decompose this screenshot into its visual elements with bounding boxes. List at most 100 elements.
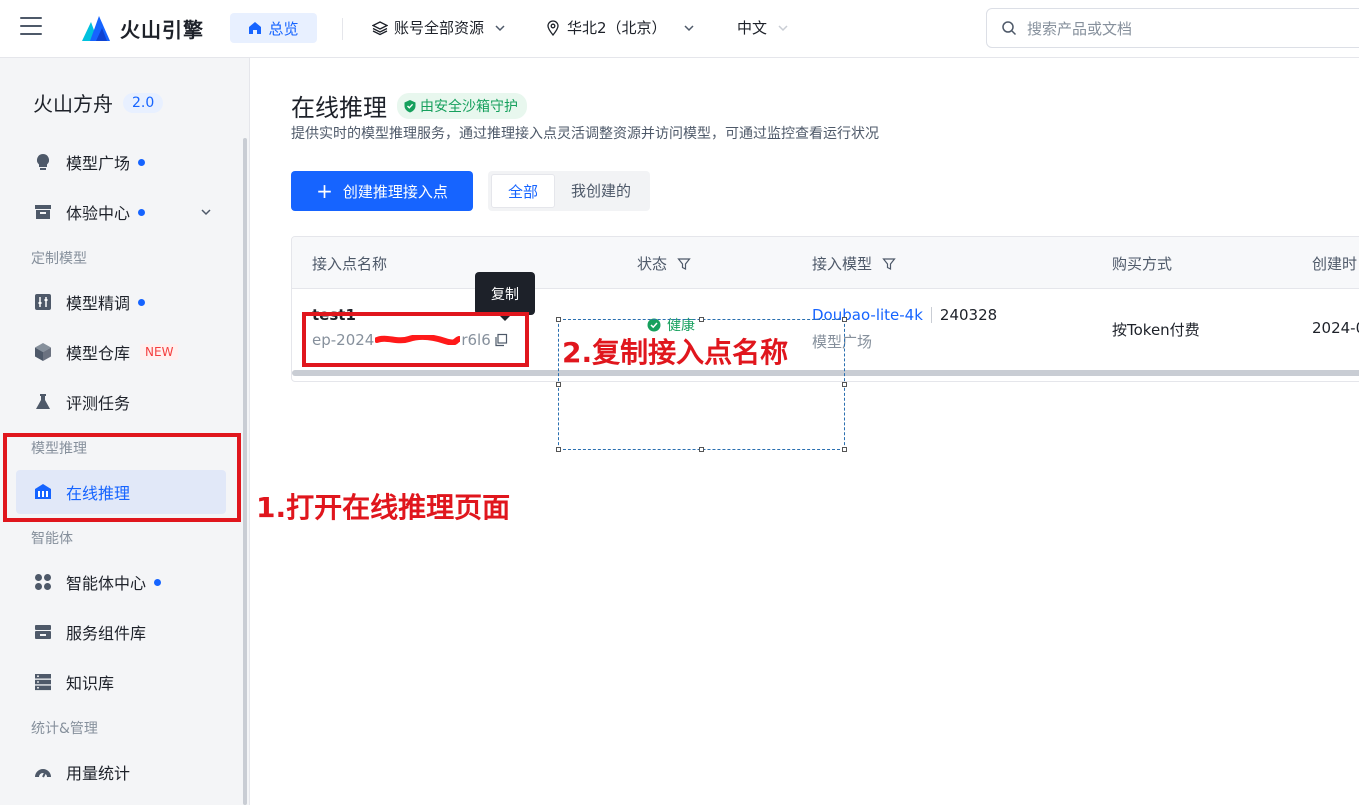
region-selector[interactable]: 华北2（北京） <box>545 17 695 38</box>
chevron-down-icon <box>778 24 788 31</box>
selection-handle <box>699 447 704 452</box>
logo[interactable]: 火山引擎 <box>80 13 204 43</box>
sliders-icon <box>35 294 51 310</box>
page-title: 在线推理 由安全沙箱守护 <box>291 88 527 123</box>
product-name: 火山方舟 <box>33 92 113 116</box>
plus-icon: + <box>316 179 333 203</box>
sidebar-item-label: 模型精调 <box>66 294 131 313</box>
location-pin-icon <box>547 19 559 36</box>
archive-box-icon <box>35 205 51 219</box>
sidebar-item-label: 模型仓库 <box>66 344 131 363</box>
selection-handle <box>842 382 847 387</box>
new-indicator-dot <box>138 208 146 216</box>
created-time: 2024-0 <box>1312 319 1359 337</box>
page-title-text: 在线推理 <box>291 94 387 122</box>
sidebar-scrollbar[interactable] <box>243 138 247 805</box>
sidebar-item-service-components[interactable]: 服务组件库 <box>16 610 226 654</box>
sidebar-item-experience-center[interactable]: 体验中心 <box>16 190 226 234</box>
column-header-name: 接入点名称 <box>312 253 387 274</box>
annotation-step-1: 1.打开在线推理页面 <box>256 491 511 524</box>
sandbox-badge: 由安全沙箱守护 <box>397 92 527 119</box>
sidebar-item-agent-center[interactable]: 智能体中心 <box>16 560 226 604</box>
selection-handle <box>842 317 847 322</box>
column-header-model: 接入模型 <box>812 253 896 274</box>
gauge-icon <box>35 769 51 778</box>
table-header: 接入点名称 状态 接入模型 购买方式 创建时 <box>292 237 1359 289</box>
chevron-down-icon[interactable] <box>200 206 212 218</box>
flask-icon <box>36 394 50 409</box>
language-label: 中文 <box>737 19 768 37</box>
lightbulb-icon <box>36 153 50 170</box>
filter-icon[interactable] <box>677 257 691 271</box>
selection-handle <box>699 317 704 322</box>
copy-tooltip: 复制 <box>475 272 535 321</box>
apps-icon <box>35 574 51 590</box>
layers-icon <box>372 20 388 35</box>
product-title: 火山方舟 2.0 <box>33 88 164 117</box>
selection-handle <box>556 382 561 387</box>
sidebar-item-usage-stats[interactable]: 用量统计 <box>16 750 226 794</box>
column-header-label: 创建时 <box>1312 255 1358 273</box>
new-badge: NEW <box>140 344 179 360</box>
menu-icon[interactable] <box>20 17 42 37</box>
top-bar: 火山引擎 总览 账号全部资源 华北2（北京） 中文 搜索产品或文档 <box>0 0 1359 58</box>
search-input[interactable]: 搜索产品或文档 <box>986 8 1359 48</box>
new-indicator-dot <box>138 158 146 166</box>
sidebar-item-label: 用量统计 <box>66 764 131 783</box>
column-header-label: 接入模型 <box>812 255 873 273</box>
purchase-method: 按Token付费 <box>1112 321 1200 339</box>
sidebar-item-label: 智能体中心 <box>66 574 147 593</box>
chevron-down-icon <box>495 24 505 31</box>
group-label-agent: 智能体 <box>31 531 73 547</box>
overview-button[interactable]: 总览 <box>230 13 317 43</box>
sidebar-item-repository[interactable]: 模型仓库 NEW <box>16 330 226 374</box>
filter-mine-tab[interactable]: 我创建的 <box>555 174 647 208</box>
sidebar: 火山方舟 2.0 模型广场 体验中心 定制模型 模型精调 模型仓库 NEW 评测… <box>0 58 250 805</box>
column-header-status: 状态 <box>637 253 691 274</box>
shield-icon <box>404 99 416 112</box>
sidebar-item-model-square[interactable]: 模型广场 <box>16 140 226 184</box>
account-label: 账号全部资源 <box>394 19 485 37</box>
annotation-box-online-inference <box>3 433 241 522</box>
model-version: 240328 <box>939 306 998 324</box>
selection-handle <box>842 447 847 452</box>
group-label-stats: 统计&管理 <box>31 721 98 737</box>
new-indicator-dot <box>154 578 162 586</box>
logo-text: 火山引擎 <box>120 17 204 42</box>
search-icon <box>1002 21 1017 36</box>
sidebar-item-label: 模型广场 <box>66 154 131 173</box>
page-description: 提供实时的模型推理服务，通过推理接入点灵活调整资源并访问模型，可通过监控查看运行… <box>291 126 879 142</box>
chevron-down-icon <box>684 24 694 31</box>
language-selector[interactable]: 中文 <box>737 17 789 38</box>
account-resource-selector[interactable]: 账号全部资源 <box>372 17 506 38</box>
create-endpoint-button[interactable]: + 创建推理接入点 <box>291 171 473 211</box>
database-icon <box>35 674 51 691</box>
column-header-label: 接入点名称 <box>312 255 388 273</box>
annotation-box-endpoint-name <box>302 312 529 367</box>
sidebar-item-label: 知识库 <box>66 674 115 693</box>
column-header-purchase: 购买方式 <box>1112 253 1172 274</box>
create-endpoint-label: 创建推理接入点 <box>342 182 448 201</box>
sandbox-label: 由安全沙箱守护 <box>420 98 518 115</box>
column-header-label: 状态 <box>637 255 668 273</box>
new-indicator-dot <box>138 298 146 306</box>
sidebar-item-label: 体验中心 <box>66 204 131 223</box>
region-label: 华北2（北京） <box>567 19 667 37</box>
cube-icon <box>35 343 51 361</box>
filter-segmented-control: 全部 我创建的 <box>488 171 651 211</box>
divider <box>342 18 343 40</box>
sidebar-item-knowledge-base[interactable]: 知识库 <box>16 660 226 704</box>
sidebar-item-label: 评测任务 <box>66 394 131 413</box>
volcano-logo-icon <box>82 16 110 41</box>
filter-icon[interactable] <box>882 257 896 271</box>
annotation-step-2: 2.复制接入点名称 <box>562 336 789 369</box>
home-icon <box>249 22 262 34</box>
overview-label: 总览 <box>268 19 299 38</box>
sidebar-item-evaluation[interactable]: 评测任务 <box>16 380 226 424</box>
sidebar-item-fine-tune[interactable]: 模型精调 <box>16 280 226 324</box>
selection-handle <box>556 447 561 452</box>
selection-handle <box>556 317 561 322</box>
group-label-custom-models: 定制模型 <box>31 251 87 267</box>
sidebar-item-label: 服务组件库 <box>66 624 147 643</box>
filter-all-tab[interactable]: 全部 <box>491 174 556 208</box>
